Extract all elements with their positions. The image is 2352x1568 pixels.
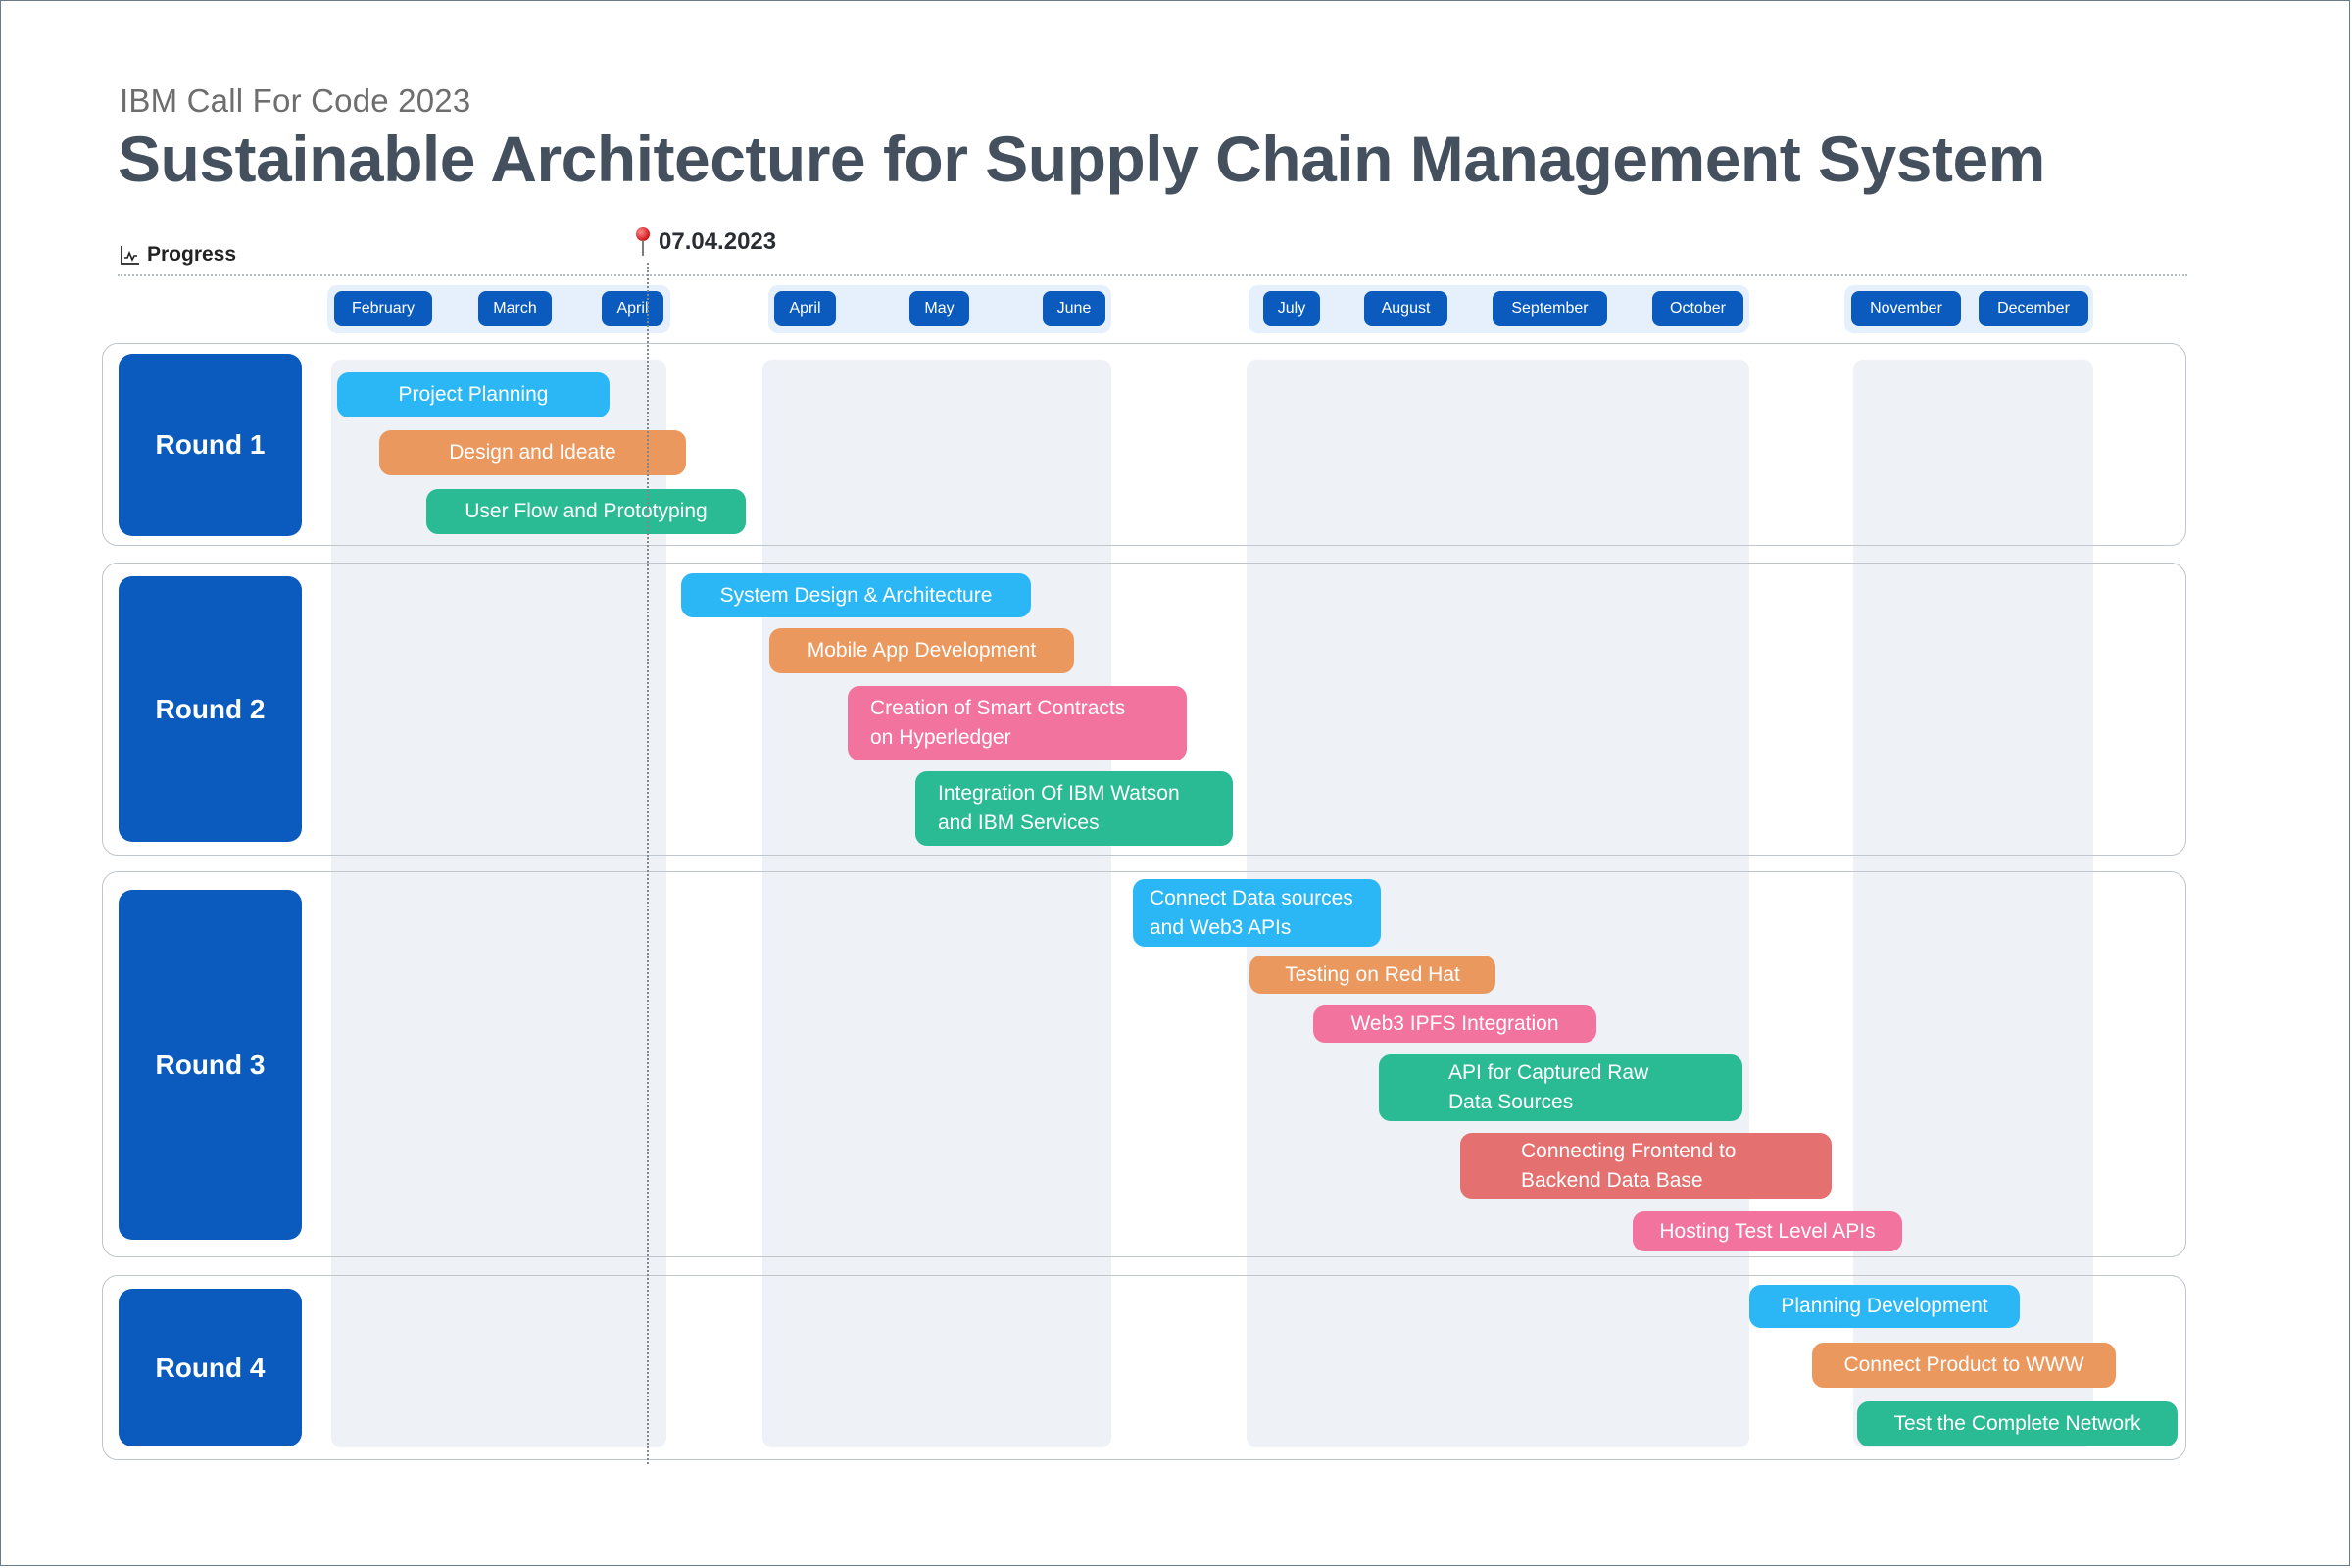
task-label: Connecting Frontend to Backend Data Base (1521, 1139, 1737, 1192)
task-bar[interactable]: Hosting Test Level APIs (1633, 1211, 1902, 1251)
month-pill[interactable]: August (1364, 291, 1447, 326)
task-label: Test the Complete Network (1893, 1412, 2141, 1435)
task-bar[interactable]: Integration Of IBM Watson and IBM Servic… (915, 771, 1233, 846)
task-bar[interactable]: Creation of Smart Contracts on Hyperledg… (848, 686, 1187, 760)
task-label: Integration Of IBM Watson and IBM Servic… (938, 782, 1180, 834)
task-label: Hosting Test Level APIs (1659, 1219, 1876, 1243)
task-bar[interactable]: Project Planning (337, 372, 610, 417)
task-bar[interactable]: Planning Development (1749, 1285, 2020, 1328)
line-chart-icon (121, 246, 139, 265)
task-label: System Design & Architecture (719, 583, 993, 607)
task-label: Design and Ideate (449, 441, 616, 464)
header-divider (118, 274, 2187, 276)
page-title: Sustainable Architecture for Supply Chai… (118, 122, 2045, 195)
task-bar[interactable]: Testing on Red Hat (1250, 956, 1495, 994)
progress-label: Progress (120, 243, 236, 267)
month-pill[interactable]: June (1043, 291, 1105, 326)
task-bar[interactable]: Mobile App Development (769, 628, 1074, 673)
task-label: Mobile App Development (807, 639, 1037, 662)
round-2-label: Round 2 (119, 576, 302, 842)
task-bar[interactable]: Connecting Frontend to Backend Data Base (1460, 1133, 1832, 1199)
today-marker: 07.04.2023 (635, 227, 776, 257)
task-bar[interactable]: Connect Product to WWW (1812, 1343, 2116, 1388)
month-pill[interactable]: April (602, 291, 663, 326)
month-pill[interactable]: October (1652, 291, 1743, 326)
month-pill[interactable]: May (909, 291, 969, 326)
task-label: Connect Product to WWW (1843, 1353, 2084, 1376)
today-date: 07.04.2023 (659, 228, 777, 255)
pushpin-icon (635, 227, 651, 257)
task-bar[interactable]: Test the Complete Network (1857, 1401, 2178, 1446)
today-line (647, 263, 649, 1464)
round-3-label: Round 3 (119, 890, 302, 1240)
task-bar[interactable]: User Flow and Prototyping (426, 489, 746, 534)
task-label: Creation of Smart Contracts on Hyperledg… (870, 697, 1126, 749)
month-pill[interactable]: March (478, 291, 552, 326)
subtitle: IBM Call For Code 2023 (120, 82, 471, 119)
task-bar[interactable]: API for Captured Raw Data Sources (1379, 1054, 1742, 1121)
round-4-label: Round 4 (119, 1289, 302, 1446)
task-label: Planning Development (1781, 1295, 1988, 1317)
progress-text: Progress (147, 243, 237, 266)
task-label: Connect Data sources and Web3 APIs (1150, 886, 1353, 939)
task-label: Project Planning (398, 383, 549, 406)
task-label: Testing on Red Hat (1285, 962, 1460, 986)
month-pill[interactable]: July (1263, 291, 1320, 326)
month-pill[interactable]: September (1493, 291, 1607, 326)
task-label: Web3 IPFS Integration (1350, 1012, 1559, 1035)
task-bar[interactable]: Design and Ideate (379, 430, 686, 475)
task-bar[interactable]: Connect Data sources and Web3 APIs (1133, 879, 1381, 947)
month-pill[interactable]: November (1851, 291, 1961, 326)
round-1-label: Round 1 (119, 354, 302, 536)
task-label: API for Captured Raw Data Sources (1448, 1061, 1649, 1113)
task-bar[interactable]: Web3 IPFS Integration (1313, 1005, 1596, 1043)
month-pill[interactable]: April (774, 291, 836, 326)
task-bar[interactable]: System Design & Architecture (681, 573, 1031, 617)
month-pill[interactable]: February (334, 291, 432, 326)
task-label: User Flow and Prototyping (465, 500, 708, 522)
month-pill[interactable]: December (1979, 291, 2088, 326)
